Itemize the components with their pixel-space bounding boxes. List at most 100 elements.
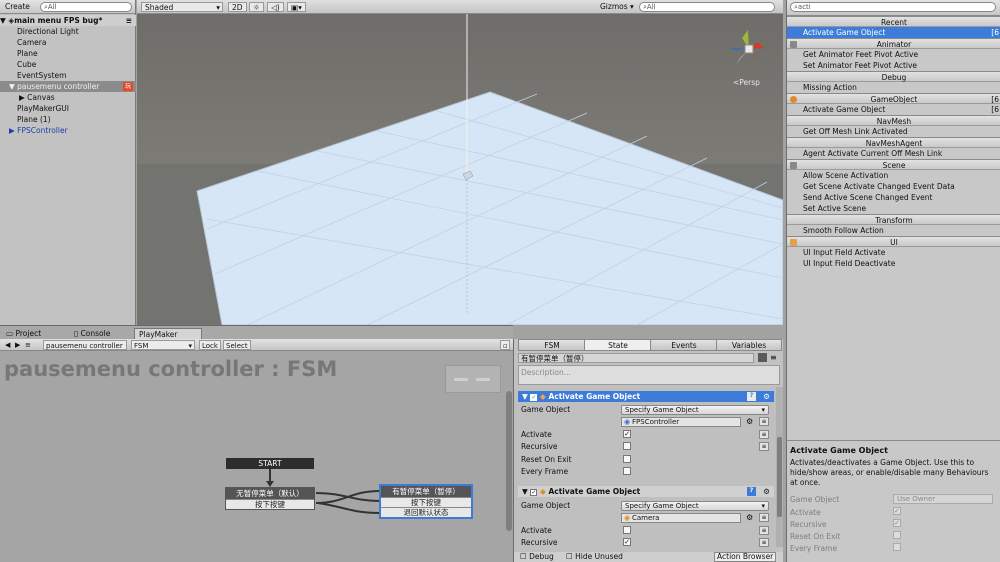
action-item[interactable]: Set Active Scene [787,203,1000,214]
help-icon[interactable]: ? [747,487,756,496]
category-header[interactable]: GameObject [6 [787,93,1000,104]
action-item[interactable]: Smooth Follow Action [787,225,1000,236]
category-header[interactable]: Scene [787,159,1000,170]
hierarchy-item[interactable]: Plane (1) [0,114,136,125]
debug-toggle[interactable]: ☐ Debug [520,552,554,562]
gizmos-dropdown[interactable]: Gizmos ▾ [597,2,637,12]
action-item[interactable]: Set Animator Feet Pivot Active [787,60,1000,71]
state-event[interactable]: 按下按键 [226,499,314,509]
scene-root[interactable]: ▼ ◈main menu FPS bug* ≡ [0,15,136,26]
tab-state[interactable]: State [584,339,652,351]
category-header[interactable]: NavMesh [787,115,1000,126]
variable-toggle-icon[interactable]: ≡ [759,526,769,535]
2d-toggle[interactable]: 2D [228,2,247,12]
projection-label[interactable]: <Persp [733,78,760,87]
category-header[interactable]: Debug [787,71,1000,82]
category-header[interactable]: Recent [787,16,1000,27]
inspector-scrollbar[interactable] [776,387,783,547]
category-header[interactable]: Transform [787,214,1000,225]
fsm-graph-view[interactable]: pausemenu controller : FSM START 无暂停菜单（默… [0,351,513,562]
fsm-selector[interactable]: FSM ▾ [131,340,195,350]
action-header[interactable]: ▼ ✓ ◆ Activate Game Object ? ⚙ [518,391,774,402]
gameobject-mode-dropdown[interactable]: Specify Game Object ▾ [621,405,769,415]
tab-events[interactable]: Events [650,339,718,351]
variable-toggle-icon[interactable]: ≡ [759,430,769,439]
state-event[interactable]: 按下按键 [381,497,471,507]
select-button[interactable]: Select [223,340,251,350]
every-frame-checkbox[interactable] [623,467,631,475]
list-icon[interactable]: ≡ [23,340,33,350]
reset-checkbox[interactable] [623,455,631,463]
gameobject-field[interactable]: ◉ Camera [621,513,741,523]
hierarchy-item[interactable]: Camera [0,37,136,48]
action-item[interactable]: Get Scene Activate Changed Event Data [787,181,1000,192]
action-item[interactable]: Activate Game Object [6 [787,104,1000,115]
menu-icon[interactable]: ≡ [126,15,132,26]
action-item[interactable]: Missing Action [787,82,1000,93]
variable-toggle-icon[interactable]: ≡ [759,538,769,547]
lock-button[interactable]: Lock [199,340,221,350]
tab-variables[interactable]: Variables [716,339,782,351]
shading-dropdown[interactable]: Shaded ▾ [141,2,223,12]
category-header[interactable]: Animator [787,38,1000,49]
description-textarea[interactable]: Description... [518,365,780,385]
action-browser-button[interactable]: Action Browser [714,552,777,562]
action-item[interactable]: Agent Activate Current Off Mesh Link [787,148,1000,159]
variable-toggle-icon[interactable]: ≡ [759,442,769,451]
state-name-field[interactable]: 有暂停菜单（暂停） [518,353,754,363]
orientation-gizmo[interactable] [726,26,772,72]
category-header[interactable]: UI [787,236,1000,247]
gear-icon[interactable]: ⚙ [746,417,753,426]
gameobject-mode-dropdown[interactable]: Specify Game Object ▾ [621,501,769,511]
gameobject-field[interactable]: ◉ FPSController [621,417,741,427]
hierarchy-item-selected[interactable]: ▼ pausemenu controller 玩 [0,81,136,92]
action-search-input[interactable]: ⌕acti [790,2,996,12]
fsm-state-paused[interactable]: 有暂停菜单（暂停） 按下按键 退回默认状态 [379,484,473,519]
action-item[interactable]: UI Input Field Deactivate [787,258,1000,269]
hierarchy-item-prefab[interactable]: ▶ FPSController [0,125,136,136]
hide-unused-toggle[interactable]: ☐ Hide Unused [566,552,623,562]
action-item[interactable]: Get Off Mesh Link Activated [787,126,1000,137]
graph-scrollbar[interactable] [506,391,512,531]
activate-checkbox[interactable] [623,526,631,534]
audio-icon[interactable]: ◁) [267,2,284,12]
lighting-icon[interactable]: ☼ [249,2,264,12]
variable-toggle-icon[interactable]: ≡ [759,417,769,426]
back-icon[interactable]: ◀ [3,340,12,350]
enable-checkbox[interactable]: ✓ [530,393,538,401]
action-header[interactable]: ▼ ✓ ◆ Activate Game Object ? ⚙ [518,486,774,497]
maximize-icon[interactable]: ▫ [500,340,510,350]
hierarchy-item[interactable]: Cube [0,59,136,70]
gear-icon[interactable]: ⚙ [746,513,753,522]
collapse-icon[interactable]: ▼ [518,392,528,401]
start-node[interactable]: START [226,458,314,469]
action-item[interactable]: Allow Scene Activation [787,170,1000,181]
scene-search-input[interactable]: ⌕All [639,2,775,12]
hierarchy-item[interactable]: PlayMakerGUI [0,103,136,114]
gear-icon[interactable]: ⚙ [763,486,770,497]
effects-icon[interactable]: ▣▾ [287,2,306,12]
gear-icon[interactable]: ⚙ [763,391,770,402]
enable-checkbox[interactable]: ✓ [530,488,538,496]
hierarchy-search-input[interactable]: ⌕All [40,2,132,12]
action-item[interactable]: UI Input Field Activate [787,247,1000,258]
variable-toggle-icon[interactable]: ≡ [759,513,769,522]
action-item[interactable]: Send Active Scene Changed Event [787,192,1000,203]
recursive-checkbox[interactable]: ✓ [623,538,631,546]
collapse-icon[interactable]: ▼ [518,487,528,496]
hierarchy-item[interactable]: EventSystem [0,70,136,81]
category-header[interactable]: NavMeshAgent [787,137,1000,148]
gameobject-selector[interactable]: pausemenu controller ▾ [43,340,127,360]
tab-fsm[interactable]: FSM [518,339,586,351]
action-item-selected[interactable]: Activate Game Object [6 [787,27,1000,38]
forward-icon[interactable]: ▶ [13,340,22,350]
hierarchy-item[interactable]: Directional Light [0,26,136,37]
action-item[interactable]: Get Animator Feet Pivot Active [787,49,1000,60]
create-button[interactable]: Create [2,2,33,12]
recursive-checkbox[interactable] [623,442,631,450]
menu-icon[interactable]: ≡ [770,353,777,362]
hierarchy-item[interactable]: ▶ Canvas [0,92,136,103]
state-color-icon[interactable] [758,353,767,362]
state-event[interactable]: 退回默认状态 [381,507,471,517]
fsm-state-default[interactable]: 无暂停菜单（默认） 按下按键 [225,487,315,510]
